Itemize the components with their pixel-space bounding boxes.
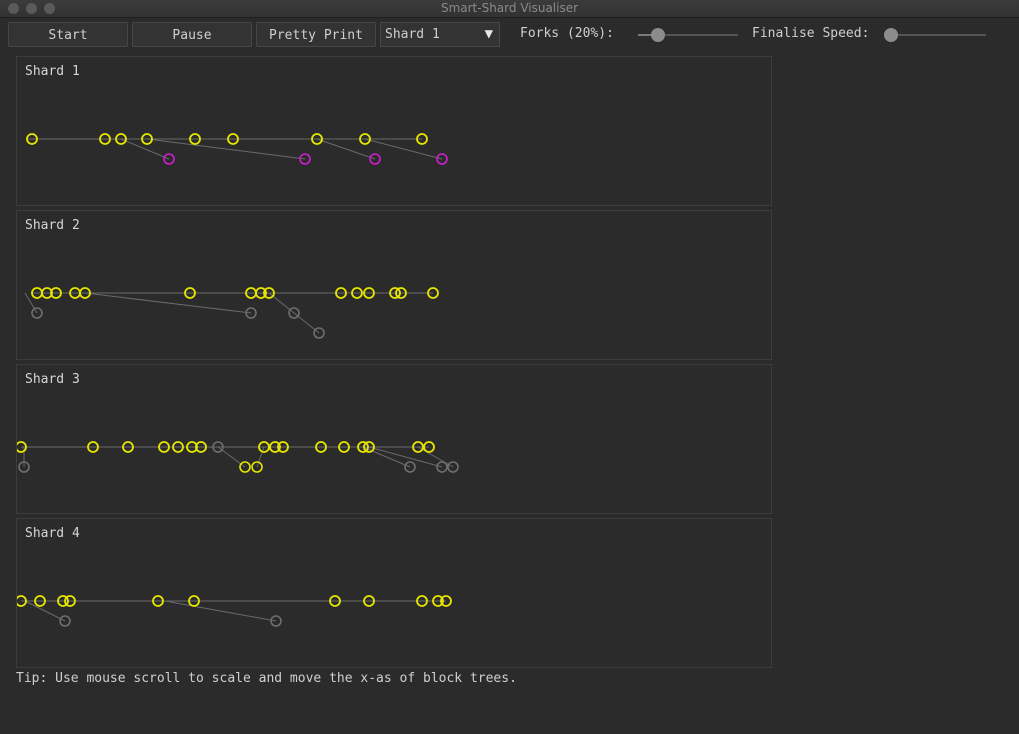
shard-select[interactable]: Shard 1 ▼ [380, 22, 500, 47]
block-tree-1[interactable] [17, 57, 773, 207]
shard-panel-2[interactable]: Shard 2 [16, 210, 772, 360]
fork-link [164, 600, 277, 622]
tip-text: Tip: Use mouse scroll to scale and move … [16, 671, 517, 686]
forks-slider-handle[interactable] [651, 28, 665, 42]
pretty-print-button[interactable]: Pretty Print [256, 22, 376, 47]
shard-panel-3[interactable]: Shard 3 [16, 364, 772, 514]
forks-label: Forks (20%): [520, 26, 614, 41]
start-button[interactable]: Start [8, 22, 128, 47]
fork-link [362, 446, 411, 468]
fork-link [24, 292, 38, 314]
fork-link [146, 138, 306, 160]
shard-select-value: Shard 1 [385, 27, 440, 42]
finalise-speed-slider-track[interactable] [886, 34, 986, 36]
shard-panel-4[interactable]: Shard 4 [16, 518, 772, 668]
block-tree-3[interactable] [17, 365, 773, 515]
block-tree-4[interactable] [17, 519, 773, 669]
pause-button[interactable]: Pause [132, 22, 252, 47]
finalise-speed-label: Finalise Speed: [752, 26, 870, 41]
shard-panel-1[interactable]: Shard 1 [16, 56, 772, 206]
dropdown-arrow-icon: ▼ [484, 26, 493, 42]
fork-link [364, 138, 443, 160]
fork-link [84, 292, 252, 314]
app-window: Smart-Shard Visualiser Start Pause Prett… [0, 0, 1019, 734]
finalise-speed-slider-handle[interactable] [884, 28, 898, 42]
fork-link [316, 138, 376, 160]
fork-link [120, 138, 170, 160]
window-title: Smart-Shard Visualiser [440, 1, 579, 15]
fork-link [417, 446, 454, 468]
title-bar: Smart-Shard Visualiser [0, 0, 1019, 18]
block-tree-2[interactable] [17, 211, 773, 361]
